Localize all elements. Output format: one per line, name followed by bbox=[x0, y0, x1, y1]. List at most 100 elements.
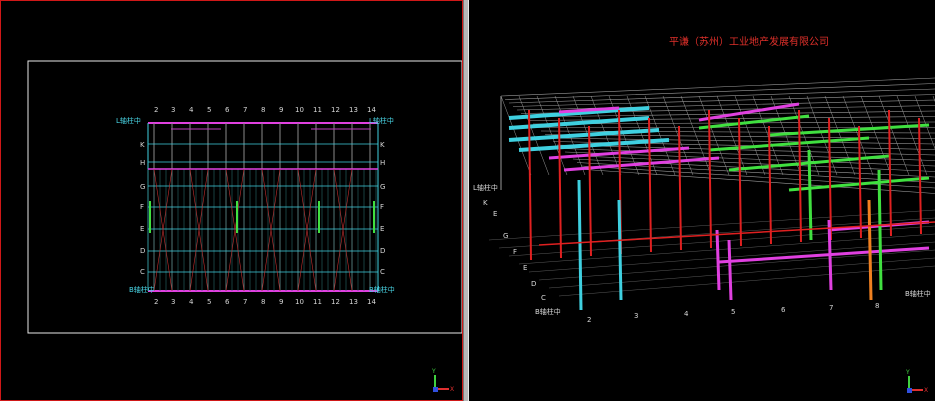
floor-line bbox=[558, 265, 935, 297]
column-3d bbox=[768, 125, 772, 245]
viewport-plan[interactable]: 2 3 4 5 6 7 8 9 10 11 12 13 14 2 3 4 5 6… bbox=[0, 0, 463, 401]
grid-label: 12 bbox=[331, 106, 340, 114]
row-label: C bbox=[541, 294, 546, 302]
row-label: D bbox=[531, 280, 536, 288]
plan-row-labels: K H G F E D C K H G F E D C bbox=[140, 141, 385, 276]
model-row-labels: L轴柱中 K E G F E D C bbox=[473, 183, 546, 302]
grid-label: 2 bbox=[154, 298, 158, 306]
axis-label-top-left: L轴柱中 bbox=[116, 116, 141, 125]
ucs-axis-icon: Y X bbox=[431, 368, 454, 393]
roof-line bbox=[508, 88, 935, 104]
svg-text:Y: Y bbox=[431, 368, 436, 375]
beam-3d bbox=[768, 123, 930, 137]
grid-label: 3 bbox=[171, 106, 175, 114]
plan-drawing: 2 3 4 5 6 7 8 9 10 11 12 13 14 2 3 4 5 6… bbox=[27, 60, 462, 393]
grid-label: 11 bbox=[313, 106, 322, 114]
grid-label: 13 bbox=[349, 106, 358, 114]
grid-label: 6 bbox=[225, 298, 230, 306]
row-label: C bbox=[380, 268, 385, 276]
row-label: D bbox=[380, 247, 385, 255]
row-label: C bbox=[140, 268, 145, 276]
model-3d-drawing: L轴柱中 K E G F E D C B轴柱中 B轴柱中 2 3 4 5 6 7… bbox=[473, 77, 935, 394]
grid-label: 7 bbox=[243, 106, 247, 114]
plan-bottom-grid-labels: 2 3 4 5 6 7 8 9 10 11 12 13 14 bbox=[154, 298, 376, 306]
column-3d bbox=[807, 149, 813, 241]
grid-label: 9 bbox=[279, 106, 283, 114]
row-label: G bbox=[503, 232, 508, 240]
roof-line bbox=[500, 95, 532, 176]
column-3d bbox=[708, 109, 712, 249]
grid-label: 8 bbox=[261, 298, 265, 306]
grid-label: 8 bbox=[261, 106, 265, 114]
grid-label: 9 bbox=[279, 298, 283, 306]
ucs-axis-icon: Y X bbox=[905, 369, 928, 394]
col-label: 8 bbox=[875, 302, 879, 310]
col-label: 5 bbox=[731, 308, 735, 316]
row-label: H bbox=[140, 159, 145, 167]
paper-frame bbox=[27, 60, 462, 334]
svg-text:X: X bbox=[924, 387, 928, 394]
plan-structure bbox=[147, 122, 379, 292]
model-structure bbox=[488, 77, 935, 311]
grid-label: 7 bbox=[243, 298, 247, 306]
roof-line bbox=[680, 95, 712, 176]
col-label: 4 bbox=[684, 310, 689, 318]
row-label: G bbox=[380, 183, 385, 191]
column-3d bbox=[617, 199, 623, 301]
beam-3d bbox=[518, 138, 670, 152]
row-label: G bbox=[140, 183, 145, 191]
grid-label: 11 bbox=[313, 298, 322, 306]
roof-line bbox=[516, 99, 935, 111]
column-3d bbox=[888, 109, 892, 237]
grid-label: 10 bbox=[295, 106, 304, 114]
row-label: E bbox=[493, 210, 497, 218]
row-label: D bbox=[140, 247, 145, 255]
grid-label: 13 bbox=[349, 298, 358, 306]
grid-label: 6 bbox=[225, 106, 230, 114]
svg-text:Y: Y bbox=[905, 369, 910, 376]
col-label: 7 bbox=[829, 304, 833, 312]
grid-label: 3 bbox=[171, 298, 175, 306]
col-label: 3 bbox=[634, 312, 638, 320]
roof-line bbox=[528, 116, 935, 121]
beam-3d bbox=[538, 221, 935, 246]
column-3d bbox=[877, 169, 883, 291]
column-3d bbox=[827, 219, 833, 291]
grid-label: 2 bbox=[154, 106, 158, 114]
row-label: K bbox=[380, 141, 385, 149]
roof-line bbox=[698, 95, 730, 176]
column-3d bbox=[867, 199, 873, 301]
column-3d bbox=[727, 239, 733, 301]
row-label: L轴柱中 bbox=[473, 183, 498, 192]
model-col-labels: 2 3 4 5 6 7 8 bbox=[587, 302, 879, 324]
row-label: H bbox=[380, 159, 385, 167]
roof-line bbox=[896, 95, 928, 176]
axis-label-bottom-right: B轴柱中 bbox=[905, 289, 931, 298]
row-label: F bbox=[380, 203, 384, 211]
floor-line bbox=[538, 249, 935, 281]
grid-label: 10 bbox=[295, 298, 304, 306]
row-label: E bbox=[140, 225, 144, 233]
row-label: E bbox=[380, 225, 384, 233]
column-3d bbox=[738, 117, 742, 247]
row-label: F bbox=[513, 248, 517, 256]
roof-line bbox=[914, 95, 935, 150]
col-label: 2 bbox=[587, 316, 591, 324]
floor-line bbox=[548, 257, 935, 289]
viewport-3d[interactable]: L轴柱中 K E G F E D C B轴柱中 B轴柱中 2 3 4 5 6 7… bbox=[469, 0, 935, 401]
column-3d bbox=[678, 125, 682, 251]
axis-label-bottom-left: B轴柱中 bbox=[129, 285, 155, 294]
grid-label: 12 bbox=[331, 298, 340, 306]
row-label: F bbox=[140, 203, 144, 211]
plan-top-grid-labels: 2 3 4 5 6 7 8 9 10 11 12 13 14 bbox=[154, 106, 376, 114]
axis-label-top-right: L轴柱中 bbox=[369, 116, 394, 125]
roof-line bbox=[500, 77, 935, 97]
grid-label: 14 bbox=[367, 298, 376, 306]
roof-line bbox=[504, 83, 935, 100]
roof-line bbox=[518, 95, 550, 176]
column-3d bbox=[918, 117, 922, 235]
col-label: 6 bbox=[781, 306, 786, 314]
roof-line bbox=[878, 95, 910, 176]
column-3d bbox=[715, 229, 721, 291]
column-3d bbox=[558, 117, 562, 259]
